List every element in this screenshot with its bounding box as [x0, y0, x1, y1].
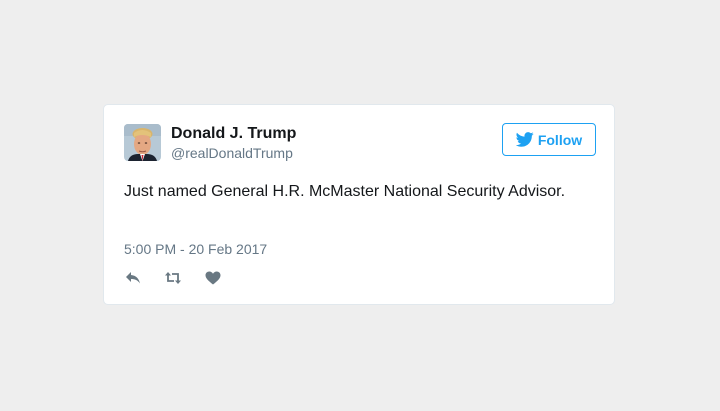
tweet-card: Donald J. Trump @realDonaldTrump Follow …	[103, 104, 615, 305]
follow-button[interactable]: Follow	[502, 123, 596, 156]
like-icon[interactable]	[204, 269, 222, 287]
avatar[interactable]	[124, 124, 161, 161]
follow-button-label: Follow	[537, 131, 583, 148]
author-name[interactable]: Donald J. Trump	[171, 125, 296, 143]
tweet-text: Just named General H.R. McMaster Nationa…	[124, 183, 566, 200]
retweet-icon[interactable]	[164, 269, 182, 287]
tweet-timestamp[interactable]: 5:00 PM - 20 Feb 2017	[124, 241, 267, 257]
tweet-actions	[124, 269, 244, 287]
twitter-bird-icon	[515, 132, 534, 147]
author-handle[interactable]: @realDonaldTrump	[171, 145, 293, 161]
reply-icon[interactable]	[124, 269, 142, 287]
